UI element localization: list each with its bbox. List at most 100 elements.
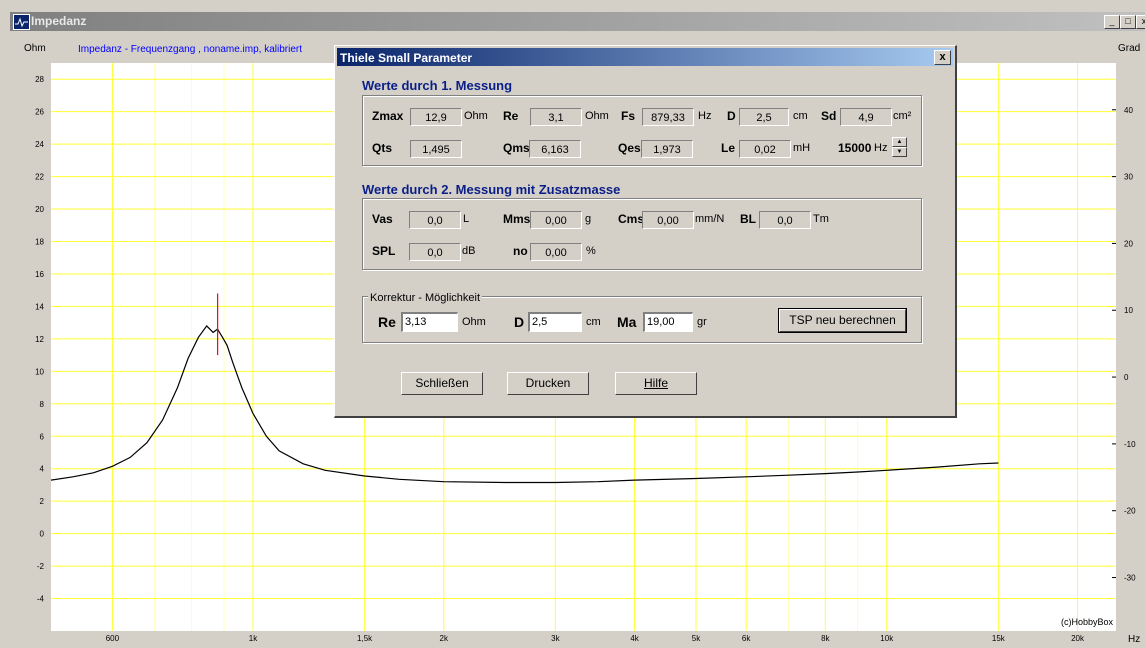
bl-label: BL (740, 212, 756, 226)
x-tick-label: 4k (630, 634, 639, 643)
dialog-title: Thiele Small Parameter (340, 51, 473, 65)
re-value: 3,1 (530, 108, 582, 126)
sd-label: Sd (821, 109, 837, 123)
y-tick-label: 12 (35, 335, 44, 344)
y-right-tick-label: 40 (1124, 106, 1133, 115)
y-tick-label: 14 (35, 302, 44, 311)
minimize-button[interactable]: _ (1104, 15, 1120, 29)
y-right-tick-label: 10 (1124, 306, 1133, 315)
le-unit: mH (793, 142, 811, 154)
freq-value[interactable]: 15000 (838, 141, 871, 155)
spin-down-icon[interactable]: ▼ (892, 147, 907, 157)
y-right-tick-label: -10 (1124, 440, 1136, 449)
x-tick-label: 15k (992, 634, 1006, 643)
freq-unit: Hz (874, 142, 888, 154)
zmax-label: Zmax (372, 109, 404, 123)
help-button[interactable]: Hilfe (615, 372, 697, 395)
corr-re-unit: Ohm (462, 316, 486, 328)
no-unit: % (586, 245, 596, 257)
re-label: Re (503, 109, 519, 123)
corr-ma-unit: gr (697, 316, 707, 328)
chart-title: Impedanz - Frequenzgang , noname.imp, ka… (78, 44, 302, 55)
corr-d-input[interactable]: 2,5 (528, 312, 582, 332)
y-right-tick-label: 0 (1124, 373, 1129, 382)
x-tick-label: 2k (440, 634, 449, 643)
tsp-dialog: Thiele Small Parameter x Werte durch 1. … (334, 45, 957, 418)
d-label: D (727, 109, 736, 123)
section2-heading: Werte durch 2. Messung mit Zusatzmasse (362, 182, 621, 197)
sd-value: 4,9 (840, 108, 892, 126)
y-axis-right-label: Grad (1118, 43, 1140, 54)
x-axis-unit: Hz (1128, 634, 1140, 645)
spl-label: SPL (372, 244, 396, 258)
fs-unit: Hz (698, 110, 712, 122)
cms-value: 0,00 (642, 211, 694, 229)
window-title: Impedanz (31, 14, 87, 28)
qes-label: Qes (618, 141, 641, 155)
print-button[interactable]: Drucken (507, 372, 589, 395)
corr-d-unit: cm (586, 316, 601, 328)
y-tick-label: 16 (35, 270, 44, 279)
dialog-close-button[interactable]: x (934, 50, 951, 65)
y-tick-label: 4 (40, 465, 45, 474)
qts-value: 1,495 (410, 140, 462, 158)
mms-value: 0,00 (530, 211, 582, 229)
y-right-tick-label: 20 (1124, 239, 1133, 248)
y-right-tick-label: -30 (1124, 574, 1136, 583)
close-button[interactable]: x (1136, 15, 1145, 29)
watermark: (c)HobbyBox (1061, 617, 1114, 627)
mms-unit: g (585, 213, 592, 225)
zmax-unit: Ohm (464, 110, 488, 122)
y-tick-label: 2 (40, 497, 45, 506)
x-tick-label: 1,5k (357, 634, 373, 643)
mms-label: Mms (503, 212, 531, 226)
y-tick-label: 20 (35, 205, 44, 214)
dialog-title-bar[interactable]: Thiele Small Parameter x (337, 48, 953, 66)
y-tick-label: 22 (35, 173, 44, 182)
section1-heading: Werte durch 1. Messung (362, 78, 513, 93)
app-icon (13, 14, 30, 30)
x-tick-label: 20k (1071, 634, 1085, 643)
re-unit: Ohm (585, 110, 609, 122)
x-tick-label: 8k (821, 634, 830, 643)
y-axis-left-label: Ohm (24, 43, 46, 54)
sd-unit: cm² (893, 110, 912, 122)
x-tick-label: 5k (692, 634, 701, 643)
y-tick-label: 8 (40, 400, 45, 409)
x-tick-label: 1k (249, 634, 258, 643)
y-tick-label: 24 (35, 140, 44, 149)
corr-d-label: D (514, 314, 525, 330)
y-right-tick-label: -20 (1124, 507, 1136, 516)
y-tick-label: 10 (35, 367, 44, 376)
maximize-button[interactable]: □ (1120, 15, 1136, 29)
qms-label: Qms (503, 141, 530, 155)
x-tick-label: 6k (742, 634, 751, 643)
y-tick-label: -2 (37, 562, 45, 571)
spl-unit: dB (462, 245, 476, 257)
le-value: 0,02 (739, 140, 791, 158)
y-tick-label: 26 (35, 108, 44, 117)
correction-legend: Korrektur - Möglichkeit (368, 292, 483, 304)
vas-value: 0,0 (409, 211, 461, 229)
window-title-bar[interactable]: Impedanz _ □ x (10, 12, 1145, 31)
corr-ma-input[interactable]: 19,00 (643, 312, 693, 332)
y-right-tick-label: 30 (1124, 173, 1133, 182)
tsp-recalc-button[interactable]: TSP neu berechnen (778, 308, 907, 333)
y-tick-label: 28 (35, 75, 44, 84)
y-tick-label: -4 (37, 595, 45, 604)
fs-label: Fs (621, 109, 636, 123)
y-tick-label: 0 (40, 530, 45, 539)
qts-label: Qts (372, 141, 393, 155)
impedance-window: Impedanz _ □ x -4 -2 0 2 4 6 8 10 12 14 16 18 20 22 24… (0, 0, 1145, 648)
spin-up-icon[interactable]: ▲ (892, 137, 907, 147)
d-unit: cm (793, 110, 808, 122)
qms-value: 6,163 (529, 140, 581, 158)
bl-unit: Tm (813, 213, 829, 225)
no-value: 0,00 (530, 243, 582, 261)
close-dialog-button[interactable]: Schließen (401, 372, 483, 395)
freq-spinner[interactable]: ▲ ▼ (892, 137, 907, 157)
corr-re-input[interactable]: 3,13 (401, 312, 458, 332)
x-tick-label: 3k (551, 634, 560, 643)
y-tick-label: 18 (35, 238, 44, 247)
cms-unit: mm/N (695, 213, 725, 225)
